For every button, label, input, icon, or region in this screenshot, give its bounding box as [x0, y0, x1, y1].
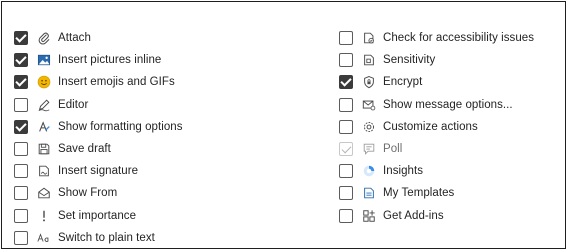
editor-label: Editor	[58, 98, 89, 111]
show-message-options-checkbox[interactable]	[339, 97, 353, 112]
toolbar-customization-panel: Attach Insert pictures inline Insert emo…	[1, 1, 566, 249]
encrypt-checkbox[interactable]	[339, 75, 353, 90]
show-from-checkbox[interactable]	[14, 186, 28, 201]
add-ins-icon	[361, 208, 377, 224]
insert-emojis-gifs-label: Insert emojis and GIFs	[58, 76, 175, 89]
switch-plain-text-label: Switch to plain text	[58, 231, 155, 244]
accessibility-icon	[361, 30, 377, 46]
option-save-draft[interactable]: Save draft	[14, 138, 183, 160]
option-switch-plain-text[interactable]: Switch to plain text	[14, 227, 183, 249]
option-insights[interactable]: Insights	[339, 160, 534, 182]
show-from-label: Show From	[58, 187, 118, 200]
save-draft-checkbox[interactable]	[14, 142, 28, 157]
option-my-templates[interactable]: My Templates	[339, 182, 534, 204]
insights-checkbox[interactable]	[339, 164, 353, 179]
signature-icon	[36, 163, 52, 179]
option-sensitivity[interactable]: Sensitivity	[339, 49, 534, 71]
get-add-ins-checkbox[interactable]	[339, 208, 353, 223]
option-insert-signature[interactable]: Insert signature	[14, 160, 183, 182]
insert-signature-label: Insert signature	[58, 165, 139, 178]
option-show-formatting[interactable]: Show formatting options	[14, 116, 183, 138]
insert-pictures-inline-checkbox[interactable]	[14, 53, 28, 68]
option-get-add-ins[interactable]: Get Add-ins	[339, 205, 534, 227]
sensitivity-label: Sensitivity	[383, 54, 436, 67]
insert-emojis-gifs-checkbox[interactable]	[14, 75, 28, 90]
paperclip-icon	[36, 30, 52, 46]
attach-checkbox[interactable]	[14, 31, 28, 46]
plain-text-icon	[36, 230, 52, 246]
set-importance-label: Set importance	[58, 209, 137, 222]
check-accessibility-checkbox[interactable]	[339, 31, 353, 46]
customize-actions-checkbox[interactable]	[339, 119, 353, 134]
right-options-column: Check for accessibility issues Sensitivi…	[339, 27, 534, 227]
option-show-from[interactable]: Show From	[14, 182, 183, 204]
poll-icon	[361, 141, 377, 157]
customize-actions-label: Customize actions	[383, 120, 478, 133]
option-poll[interactable]: Poll	[339, 138, 534, 160]
show-formatting-label: Show formatting options	[58, 120, 183, 133]
sensitivity-checkbox[interactable]	[339, 53, 353, 68]
my-templates-checkbox[interactable]	[339, 186, 353, 201]
option-customize-actions[interactable]: Customize actions	[339, 116, 534, 138]
insights-icon	[361, 163, 377, 179]
option-insert-emojis-gifs[interactable]: Insert emojis and GIFs	[14, 71, 183, 93]
option-encrypt[interactable]: Encrypt	[339, 71, 534, 93]
poll-checkbox[interactable]	[339, 142, 353, 157]
get-add-ins-label: Get Add-ins	[383, 209, 444, 222]
option-editor[interactable]: Editor	[14, 94, 183, 116]
my-templates-label: My Templates	[383, 187, 455, 200]
option-insert-pictures-inline[interactable]: Insert pictures inline	[14, 49, 183, 71]
option-attach[interactable]: Attach	[14, 27, 183, 49]
poll-label: Poll	[383, 143, 403, 156]
insert-pictures-inline-label: Insert pictures inline	[58, 54, 162, 67]
message-options-icon	[361, 97, 377, 113]
insights-label: Insights	[383, 165, 424, 178]
picture-icon	[36, 52, 52, 68]
attach-label: Attach	[58, 32, 91, 45]
gear-icon	[361, 119, 377, 135]
templates-icon	[361, 185, 377, 201]
option-set-importance[interactable]: Set importance	[14, 205, 183, 227]
formatting-icon	[36, 119, 52, 135]
insert-signature-checkbox[interactable]	[14, 164, 28, 179]
save-draft-label: Save draft	[58, 143, 111, 156]
check-accessibility-label: Check for accessibility issues	[383, 32, 535, 45]
set-importance-checkbox[interactable]	[14, 208, 28, 223]
save-icon	[36, 141, 52, 157]
left-options-column: Attach Insert pictures inline Insert emo…	[14, 27, 183, 249]
show-message-options-label: Show message options...	[383, 98, 513, 111]
option-show-message-options[interactable]: Show message options...	[339, 94, 534, 116]
sensitivity-icon	[361, 52, 377, 68]
emoji-icon	[36, 74, 52, 90]
show-from-icon	[36, 185, 52, 201]
editor-checkbox[interactable]	[14, 97, 28, 112]
show-formatting-checkbox[interactable]	[14, 119, 28, 134]
switch-plain-text-checkbox[interactable]	[14, 230, 28, 245]
encrypt-label: Encrypt	[383, 76, 423, 89]
encrypt-shield-icon	[361, 74, 377, 90]
editor-pen-icon	[36, 97, 52, 113]
option-check-accessibility[interactable]: Check for accessibility issues	[339, 27, 534, 49]
importance-icon	[36, 208, 52, 224]
